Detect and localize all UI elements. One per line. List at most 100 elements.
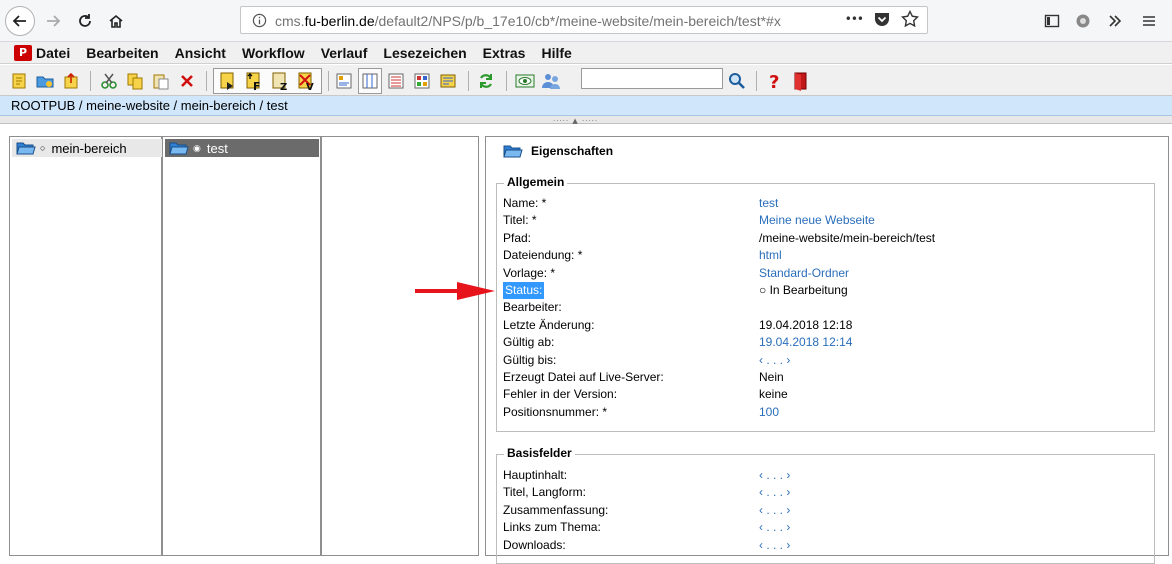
property-row: Fehler in der Version: keine [503,386,1153,403]
refresh-icon [479,74,493,88]
property-label: Dateiendung: * [503,248,583,263]
home-button[interactable] [101,6,131,36]
new-folder-icon [36,76,54,88]
forward-button[interactable] [38,6,68,36]
property-row: Gültig bis: ‹ . . . › [503,352,1153,369]
view-5-icon [440,74,456,88]
property-row: Titel, Langform: ‹ . . . › [503,484,1153,501]
property-row: Positionsnummer: * 100 [503,404,1153,421]
page-v-button[interactable]: V [296,71,316,91]
refresh-button[interactable] [476,71,496,91]
view-1-button[interactable] [334,71,354,91]
svg-text:F: F [253,80,261,91]
search-icon [729,73,745,89]
property-row: Pfad: /meine-website/mein-bereich/test [503,230,1153,247]
menu-ansicht[interactable]: Ansicht [175,45,226,61]
property-label: Status: [503,282,545,299]
property-value: ○ In Bearbeitung [759,283,848,297]
menu-button[interactable] [1138,10,1160,32]
property-row: Dateiendung: * html [503,247,1153,264]
property-value-link[interactable]: ‹ . . . › [759,467,790,484]
property-value-link[interactable]: ‹ . . . › [759,352,790,369]
property-value-link[interactable]: 100 [759,404,779,421]
overflow-button[interactable] [1104,10,1126,32]
url-host: fu-berlin.de [304,13,375,29]
reload-button[interactable] [70,6,100,36]
new-folder-button[interactable] [35,71,55,91]
menu-datei[interactable]: Datei [36,45,70,61]
property-value-link[interactable]: ‹ . . . › [759,519,790,536]
property-row: Vorlage: * Standard-Ordner [503,265,1153,282]
toolbar-separator [328,71,329,91]
page-icon [220,72,234,90]
new-file-button[interactable] [9,71,29,91]
folder-open-icon [169,142,189,155]
property-value-link[interactable]: 19.04.2018 12:14 [759,334,852,351]
property-value-link[interactable]: ‹ . . . › [759,502,790,519]
property-value-link[interactable]: Meine neue Webseite [759,212,875,229]
paste-button[interactable] [151,71,171,91]
pane-splitter[interactable]: ····· ▲ ····· [0,116,1172,125]
exit-button[interactable] [791,71,811,91]
page-button[interactable] [218,71,238,91]
property-row: Gültig ab: 19.04.2018 12:14 [503,334,1153,351]
menu-verlauf[interactable]: Verlauf [321,45,368,61]
copy-button[interactable] [125,71,145,91]
menu-extras[interactable]: Extras [483,45,526,61]
menu-workflow[interactable]: Workflow [242,45,305,61]
preview-button[interactable] [515,71,535,91]
sidebar-button[interactable] [1041,10,1063,32]
view-4-button[interactable] [412,71,432,91]
properties-title: Eigenschaften [531,144,614,158]
toolbar-search-input[interactable] [581,68,723,89]
page-f-icon: F [246,72,261,91]
property-value-link[interactable]: Standard-Ordner [759,265,849,282]
group-title: Allgemein [504,175,568,189]
view-2-button[interactable] [360,71,380,91]
menu-bearbeiten[interactable]: Bearbeiten [86,45,158,61]
toolbar-separator [206,71,207,91]
property-label: Links zum Thema: [503,520,601,535]
upload-icon [64,72,78,89]
page-z-button[interactable]: Z [270,71,290,91]
property-row: Zusammenfassung: ‹ . . . › [503,502,1153,519]
bookmark-star-icon[interactable] [901,10,919,28]
cut-button[interactable] [99,71,119,91]
delete-button[interactable] [177,71,197,91]
property-row: Status: ○ In Bearbeitung [503,282,1153,299]
users-button[interactable] [541,71,561,91]
reload-icon [79,14,91,27]
help-button[interactable]: ? [765,71,785,91]
property-label: Name: * [503,196,547,210]
hamburger-icon [1143,16,1155,26]
extension-button[interactable] [1072,10,1094,32]
view-5-button[interactable] [438,71,458,91]
home-icon [109,14,123,28]
help-icon: ? [769,72,779,91]
property-value-link[interactable]: ‹ . . . › [759,484,790,501]
url-prefix: cms. [275,13,305,29]
tree-item-test[interactable]: ◉ test [165,139,319,157]
view-3-button[interactable] [386,71,406,91]
view-4-icon [414,73,430,89]
search-button[interactable] [727,71,747,91]
upload-button[interactable] [61,71,81,91]
property-value-link[interactable]: test [759,195,778,212]
property-label: Hauptinhalt: [503,468,568,482]
back-button[interactable] [5,6,35,36]
property-value-link[interactable]: ‹ . . . › [759,537,790,554]
page-actions-button[interactable]: ••• [845,12,864,26]
property-label: Zusammenfassung: [503,502,609,517]
svg-text:Z: Z [280,82,287,91]
property-value-link[interactable]: html [759,247,782,264]
tree-item-label: test [206,140,228,156]
menu-lesezeichen[interactable]: Lesezeichen [383,45,466,61]
menu-hilfe[interactable]: Hilfe [541,45,571,61]
property-row: Erzeugt Datei auf Live-Server: Nein [503,369,1153,386]
pocket-icon[interactable] [873,10,891,28]
url-bar[interactable]: cms.fu-berlin.de/default2/NPS/p/b_17e10/… [240,6,928,34]
page-f-button[interactable]: F [244,71,264,91]
tree-item-mein-bereich[interactable]: ○ mein-bereich [12,139,162,157]
paste-icon [153,74,169,90]
url-path: /default2/NPS/p/b_17e10/cb*/meine-websit… [374,13,781,29]
